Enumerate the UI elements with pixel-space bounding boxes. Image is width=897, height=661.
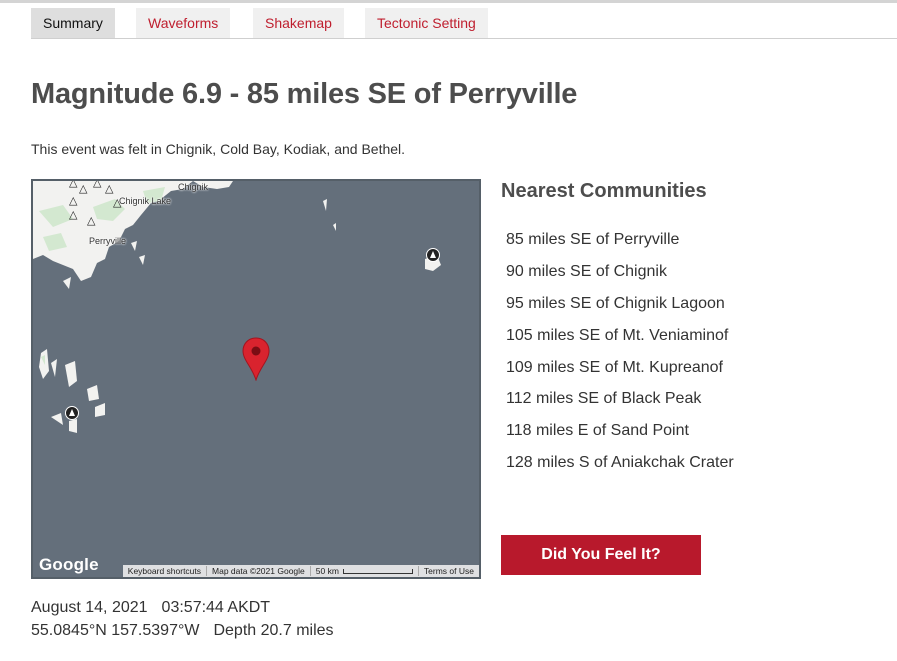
volcano-triangle-icon: △ — [87, 214, 96, 227]
scale-label: 50 km — [315, 566, 339, 576]
tab-tectonic-setting[interactable]: Tectonic Setting — [365, 8, 488, 38]
volcano-triangle-icon: △ — [69, 208, 78, 221]
map-label-perryville: Perryville — [89, 236, 127, 246]
felt-summary: This event was felt in Chignik, Cold Bay… — [31, 141, 406, 157]
google-logo: Google — [39, 555, 99, 574]
event-date: August 14, 2021 — [31, 599, 148, 616]
event-location: 55.0845°N 157.5397°W Depth 20.7 miles — [31, 622, 334, 640]
event-map[interactable]: Chignik Chignik Lake Perryville △ △ △ △ … — [31, 179, 481, 579]
scale-bar — [342, 569, 413, 575]
tab-waveforms[interactable]: Waveforms — [136, 8, 231, 38]
terms-of-use-link[interactable]: Terms of Use — [417, 566, 479, 576]
event-datetime: August 14, 2021 03:57:44 AKDT — [31, 599, 270, 617]
list-item: 128 miles S of Aniakchak Crater — [506, 454, 734, 472]
map-label-chignik: Chignik — [178, 182, 209, 192]
did-you-feel-it-button[interactable]: Did You Feel It? — [501, 535, 701, 575]
list-item: 105 miles SE of Mt. Veniaminof — [506, 326, 729, 344]
volcano-badge-icon[interactable] — [426, 248, 440, 262]
page-title: Magnitude 6.9 - 85 miles SE of Perryvill… — [31, 78, 578, 110]
volcano-badge-icon[interactable] — [65, 406, 79, 420]
list-item: 95 miles SE of Chignik Lagoon — [506, 294, 725, 312]
tab-shakemap[interactable]: Shakemap — [253, 8, 344, 38]
volcano-triangle-icon: △ — [113, 196, 122, 209]
map-data-credit: Map data ©2021 Google — [206, 566, 310, 576]
nearest-communities-list: 85 miles SE of Perryville 90 miles SE of… — [506, 228, 734, 483]
tab-summary[interactable]: Summary — [31, 8, 115, 38]
volcano-triangle-icon: △ — [79, 182, 88, 195]
map-attribution: Keyboard shortcuts Map data ©2021 Google… — [122, 565, 479, 577]
list-item: 112 miles SE of Black Peak — [506, 390, 702, 408]
event-coordinates: 55.0845°N 157.5397°W — [31, 622, 200, 639]
list-item: 90 miles SE of Chignik — [506, 262, 667, 280]
list-item: 118 miles E of Sand Point — [506, 422, 689, 440]
volcano-triangle-icon: △ — [69, 179, 78, 189]
list-item: 109 miles SE of Mt. Kupreanof — [506, 358, 723, 376]
volcano-triangle-icon: △ — [93, 179, 102, 189]
event-time: 03:57:44 AKDT — [161, 599, 271, 616]
tab-bar: Summary Waveforms Shakemap Tectonic Sett… — [31, 8, 897, 39]
map-label-chignik-lake: Chignik Lake — [119, 196, 172, 206]
event-depth: Depth 20.7 miles — [213, 622, 334, 639]
nearest-communities-heading: Nearest Communities — [501, 180, 707, 202]
volcano-triangle-icon: △ — [69, 194, 78, 207]
list-item: 85 miles SE of Perryville — [506, 231, 680, 248]
keyboard-shortcuts-link[interactable]: Keyboard shortcuts — [123, 566, 206, 576]
top-rule — [0, 0, 897, 3]
epicenter-pin-icon[interactable] — [242, 337, 270, 385]
volcano-triangle-icon: △ — [105, 182, 114, 195]
map-scale: 50 km — [309, 566, 418, 576]
